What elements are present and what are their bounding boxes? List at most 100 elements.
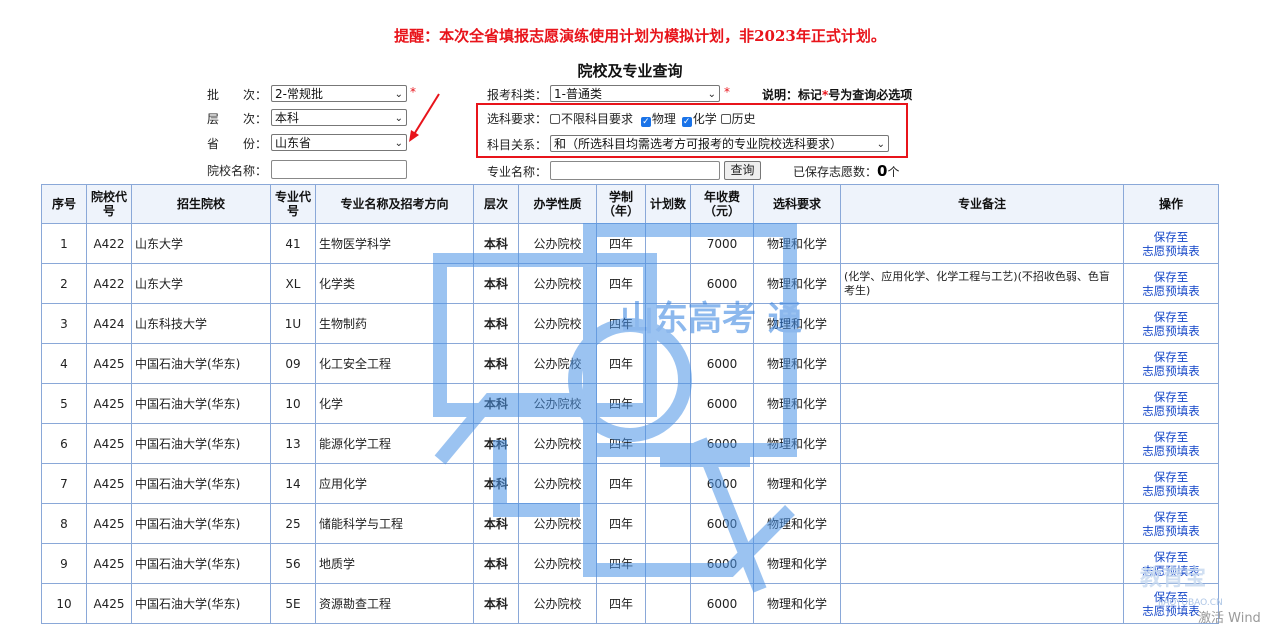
table-row: 8 A425 中国石油大学(华东) 25 储能科学与工程 本科 公办院校 四年 6000 物理和化… bbox=[41, 503, 1219, 544]
column-header: 专业代号 bbox=[270, 184, 316, 224]
cell-level: 本科 bbox=[473, 263, 519, 304]
category-select-value: 1-普通类 bbox=[554, 87, 602, 101]
cell-plan bbox=[645, 343, 691, 384]
school-name-input[interactable] bbox=[271, 160, 407, 179]
cell-school: 中国石油大学(华东) bbox=[131, 463, 271, 504]
level-select[interactable]: 本科 ⌄ bbox=[271, 109, 407, 126]
plan-notice: 提醒：本次全省填报志愿演练使用计划为模拟计划，非2023年正式计划。 bbox=[394, 27, 886, 45]
cell-major-code: 09 bbox=[270, 343, 316, 384]
save-to-preference-link[interactable]: 保存至 志愿预填表 bbox=[1142, 310, 1200, 338]
major-name-label: 专业名称： bbox=[487, 165, 548, 179]
windows-activation-text: 激活 Wind bbox=[1198, 611, 1261, 626]
cell-plan bbox=[645, 423, 691, 464]
cell-major-code: 14 bbox=[270, 463, 316, 504]
cell-code: A425 bbox=[86, 423, 132, 464]
save-to-preference-link[interactable]: 保存至 志愿预填表 bbox=[1142, 230, 1200, 258]
cell-remark bbox=[840, 343, 1124, 384]
cell-action: 保存至 志愿预填表 bbox=[1123, 223, 1219, 264]
cell-remark bbox=[840, 583, 1124, 624]
cell-code: A425 bbox=[86, 503, 132, 544]
column-header: 序号 bbox=[41, 184, 87, 224]
major-name-input[interactable] bbox=[550, 161, 720, 180]
category-label: 报考科类： bbox=[487, 88, 548, 102]
saved-count-label: 已保存志愿数： bbox=[793, 165, 878, 179]
batch-select-value: 2-常规批 bbox=[275, 87, 323, 101]
school-name-label: 院校名称： bbox=[207, 164, 268, 178]
save-to-preference-link[interactable]: 保存至 志愿预填表 bbox=[1142, 470, 1200, 498]
red-highlight-box bbox=[476, 103, 908, 158]
cell-level: 本科 bbox=[473, 223, 519, 264]
cell-level: 本科 bbox=[473, 383, 519, 424]
column-header: 操作 bbox=[1123, 184, 1219, 224]
required-note-prefix: 说明：标记 bbox=[762, 88, 823, 102]
cell-major: 地质学 bbox=[315, 543, 474, 584]
cell-plan bbox=[645, 543, 691, 584]
cell-action: 保存至 志愿预填表 bbox=[1123, 303, 1219, 344]
chevron-down-icon: ⌄ bbox=[394, 89, 403, 100]
save-to-preference-link[interactable]: 保存至 志愿预填表 bbox=[1142, 350, 1200, 378]
cell-plan bbox=[645, 583, 691, 624]
required-star: * bbox=[724, 85, 730, 99]
save-to-preference-link[interactable]: 保存至 志愿预填表 bbox=[1142, 510, 1200, 538]
cell-major: 资源勘查工程 bbox=[315, 583, 474, 624]
save-to-preference-link[interactable]: 保存至 志愿预填表 bbox=[1142, 430, 1200, 458]
province-select[interactable]: 山东省 ⌄ bbox=[271, 134, 407, 151]
cell-school: 山东科技大学 bbox=[131, 303, 271, 344]
cell-remark bbox=[840, 463, 1124, 504]
cell-years: 四年 bbox=[596, 223, 646, 264]
batch-label: 批 次： bbox=[207, 88, 268, 102]
column-header: 院校代号 bbox=[86, 184, 132, 224]
column-header: 专业名称及招考方向 bbox=[315, 184, 474, 224]
cell-action: 保存至 志愿预填表 bbox=[1123, 423, 1219, 464]
cell-plan bbox=[645, 223, 691, 264]
cell-level: 本科 bbox=[473, 503, 519, 544]
cell-req: 物理和化学 bbox=[753, 263, 841, 304]
cell-major-code: 13 bbox=[270, 423, 316, 464]
category-select[interactable]: 1-普通类 ⌄ bbox=[550, 85, 720, 102]
cell-no: 1 bbox=[41, 223, 87, 264]
results-table: 序号 院校代号 招生院校 专业代号 专业名称及招考方向 层次 办学性质 学制（年） 计划数 年收费… bbox=[41, 184, 1219, 624]
cell-req: 物理和化学 bbox=[753, 303, 841, 344]
cell-school: 中国石油大学(华东) bbox=[131, 343, 271, 384]
cell-major-code: 41 bbox=[270, 223, 316, 264]
table-row: 9 A425 中国石油大学(华东) 56 地质学 本科 公办院校 四年 6000 物理和化学 保存至… bbox=[41, 543, 1219, 584]
cell-req: 物理和化学 bbox=[753, 463, 841, 504]
cell-major: 化工安全工程 bbox=[315, 343, 474, 384]
save-to-preference-link[interactable]: 保存至 志愿预填表 bbox=[1142, 270, 1200, 298]
cell-code: A425 bbox=[86, 543, 132, 584]
cell-fee: 6000 bbox=[690, 503, 754, 544]
cell-school: 中国石油大学(华东) bbox=[131, 583, 271, 624]
cell-no: 6 bbox=[41, 423, 87, 464]
cell-nature: 公办院校 bbox=[518, 503, 597, 544]
column-header: 年收费（元） bbox=[690, 184, 754, 224]
cell-major: 化学类 bbox=[315, 263, 474, 304]
cell-major: 生物医学科学 bbox=[315, 223, 474, 264]
red-arrow-annotation bbox=[409, 93, 440, 142]
table-body: 1 A422 山东大学 41 生物医学科学 本科 公办院校 四年 7000 物理和化学 保存至 志愿预… bbox=[41, 223, 1219, 624]
save-to-preference-link[interactable]: 保存至 志愿预填表 bbox=[1142, 390, 1200, 418]
query-button[interactable]: 查询 bbox=[724, 161, 761, 180]
cell-no: 9 bbox=[41, 543, 87, 584]
cell-nature: 公办院校 bbox=[518, 383, 597, 424]
cell-years: 四年 bbox=[596, 303, 646, 344]
cell-no: 2 bbox=[41, 263, 87, 304]
cell-code: A422 bbox=[86, 223, 132, 264]
cell-nature: 公办院校 bbox=[518, 303, 597, 344]
level-label: 层 次： bbox=[207, 112, 268, 126]
cell-years: 四年 bbox=[596, 583, 646, 624]
saved-count: 已保存志愿数：0个 bbox=[793, 162, 899, 180]
cell-action: 保存至 志愿预填表 bbox=[1123, 463, 1219, 504]
cell-req: 物理和化学 bbox=[753, 383, 841, 424]
cell-major: 能源化学工程 bbox=[315, 423, 474, 464]
cell-plan bbox=[645, 263, 691, 304]
cell-req: 物理和化学 bbox=[753, 503, 841, 544]
batch-select[interactable]: 2-常规批 ⌄ bbox=[271, 85, 407, 102]
cell-req: 物理和化学 bbox=[753, 543, 841, 584]
cell-level: 本科 bbox=[473, 583, 519, 624]
cell-code: A424 bbox=[86, 303, 132, 344]
province-label: 省 份： bbox=[207, 137, 268, 151]
cell-school: 山东大学 bbox=[131, 263, 271, 304]
cell-code: A425 bbox=[86, 343, 132, 384]
chevron-down-icon: ⌄ bbox=[707, 89, 716, 100]
cell-code: A425 bbox=[86, 383, 132, 424]
